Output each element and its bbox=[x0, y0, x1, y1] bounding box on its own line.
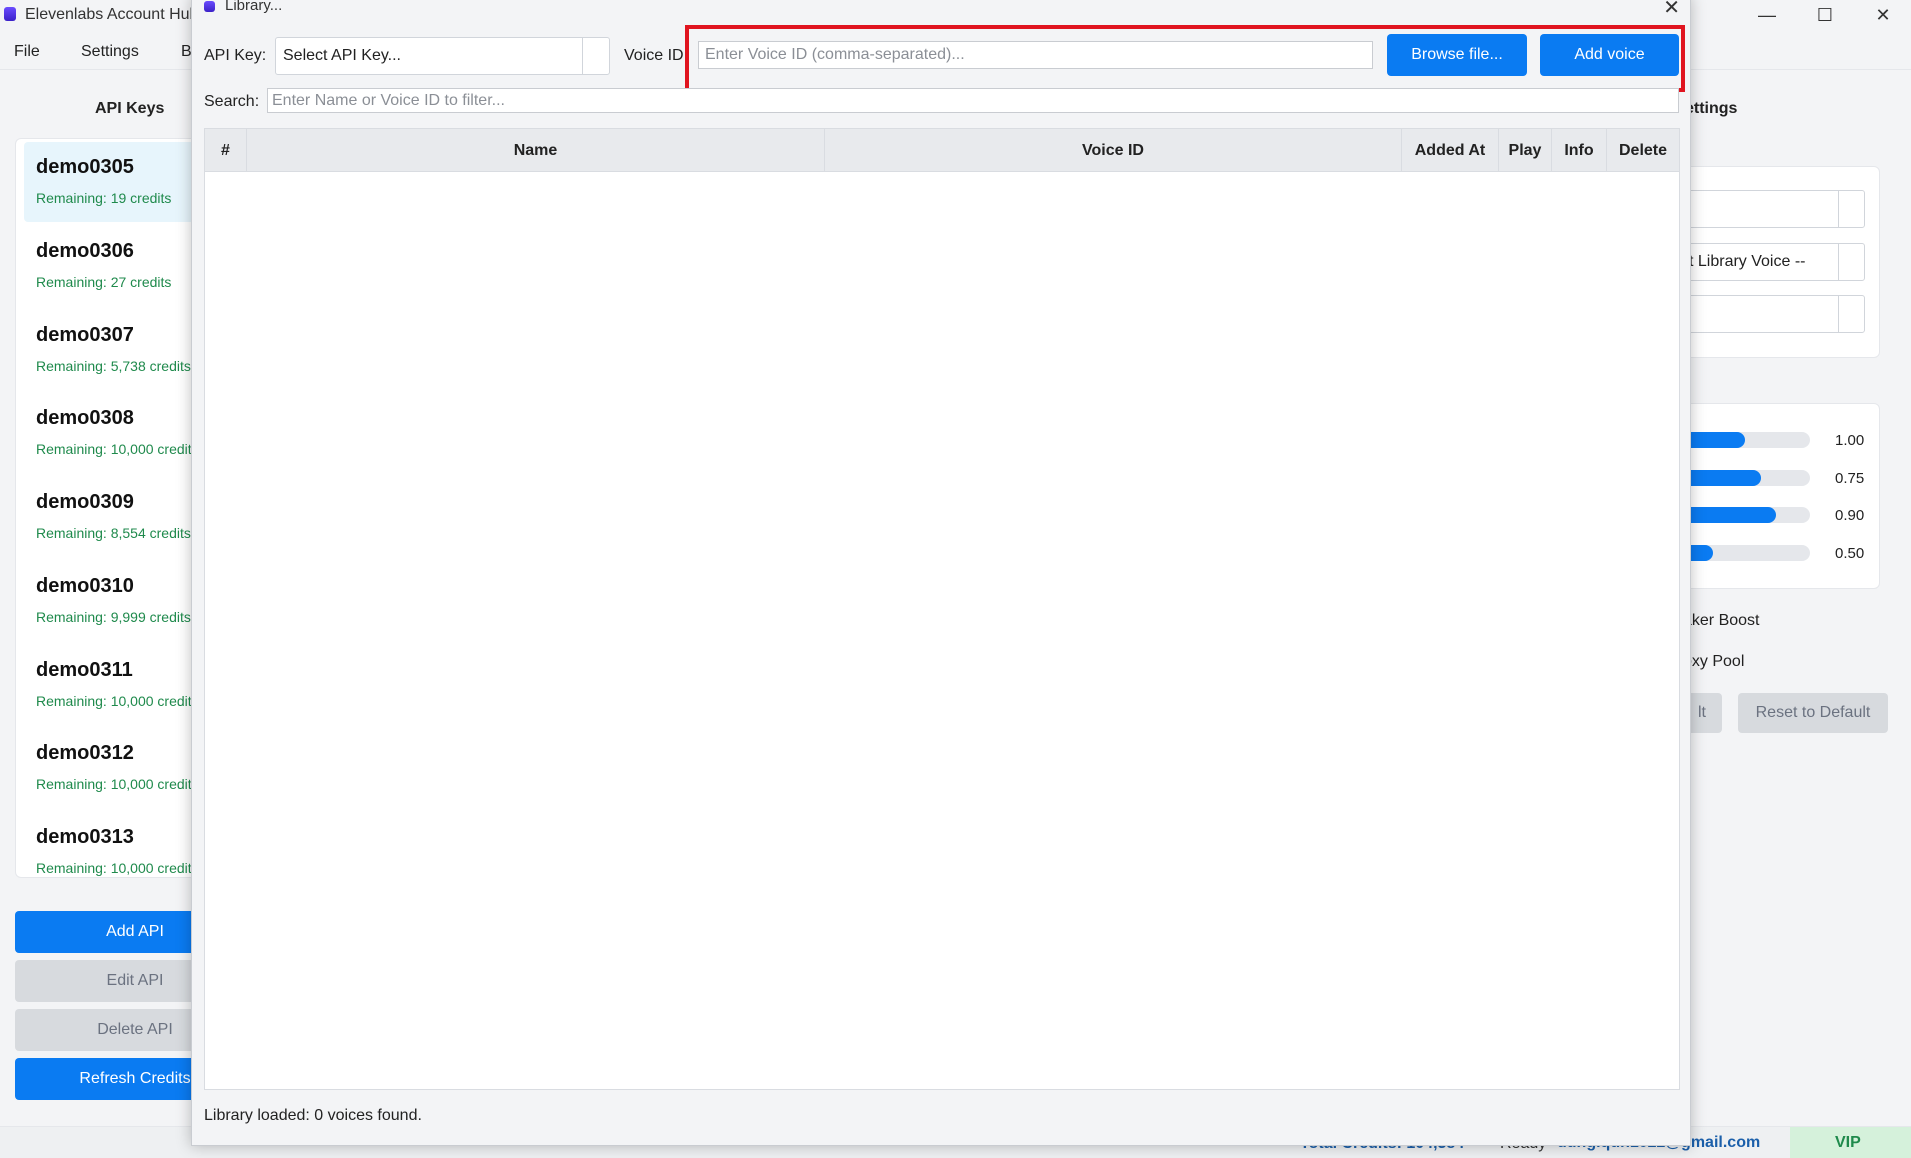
api-key-dropdown-arrow[interactable] bbox=[582, 38, 609, 74]
api-key-credits: Remaining: 19 credits bbox=[36, 190, 172, 206]
settings-heading: ettings bbox=[1685, 100, 1738, 117]
search-label: Search: bbox=[204, 93, 260, 110]
slider-3[interactable] bbox=[1680, 507, 1810, 523]
api-key-select[interactable]: Select API Key... bbox=[275, 37, 610, 75]
column-header-info[interactable]: Info bbox=[1552, 129, 1607, 172]
api-key-credits: Remaining: 27 credits bbox=[36, 274, 172, 290]
api-key-name: demo0306 bbox=[36, 240, 134, 262]
menu-file[interactable]: File bbox=[14, 43, 40, 61]
model-dropdown-arrow[interactable] bbox=[1838, 190, 1865, 228]
dialog-close-icon[interactable]: ✕ bbox=[1663, 0, 1680, 20]
library-voice-dropdown-arrow[interactable] bbox=[1838, 243, 1865, 281]
column-header-added-at[interactable]: Added At bbox=[1402, 129, 1499, 172]
column-header-name[interactable]: Name bbox=[247, 129, 825, 172]
slider-2-fill bbox=[1680, 470, 1761, 486]
proxy-pool-checkbox[interactable]: oxy Pool bbox=[1683, 653, 1744, 671]
vip-badge: VIP bbox=[1790, 1127, 1911, 1158]
minimize-icon[interactable]: — bbox=[1738, 0, 1796, 30]
column-header-play[interactable]: Play bbox=[1499, 129, 1552, 172]
app-icon bbox=[4, 7, 16, 21]
slider-2-value: 0.75 bbox=[1835, 470, 1865, 487]
voice-id-label: Voice ID bbox=[624, 47, 684, 64]
library-dialog: Library... ✕ API Key: Select API Key... … bbox=[191, 0, 1691, 1146]
search-input[interactable] bbox=[267, 88, 1679, 113]
highlight-box bbox=[685, 25, 1685, 92]
slider-4-value: 0.50 bbox=[1835, 545, 1865, 562]
slider-1-value: 1.00 bbox=[1835, 432, 1865, 449]
library-status-text: Library loaded: 0 voices found. bbox=[204, 1107, 422, 1124]
table-header: # Name Voice ID Added At Play Info Delet… bbox=[205, 129, 1679, 172]
slider-4[interactable] bbox=[1680, 545, 1810, 561]
dialog-app-icon bbox=[204, 1, 215, 12]
main-window-title: Elevenlabs Account Hub bbox=[25, 6, 199, 23]
menu-settings[interactable]: Settings bbox=[81, 43, 139, 61]
api-key-name: demo0313 bbox=[36, 826, 134, 848]
api-key-credits: Remaining: 5,738 credits bbox=[36, 358, 191, 374]
api-key-credits: Remaining: 10,000 credits bbox=[36, 776, 199, 792]
api-key-name: demo0309 bbox=[36, 491, 134, 513]
api-key-credits: Remaining: 9,999 credits bbox=[36, 609, 191, 625]
voice-dropdown-arrow[interactable] bbox=[1838, 295, 1865, 333]
column-header-index[interactable]: # bbox=[205, 129, 247, 172]
api-key-credits: Remaining: 10,000 credits bbox=[36, 860, 199, 876]
api-key-select-value: Select API Key... bbox=[283, 47, 401, 64]
speaker-boost-checkbox[interactable]: aker Boost bbox=[1683, 612, 1759, 630]
slider-1[interactable] bbox=[1680, 432, 1810, 448]
dialog-title-bar: Library... ✕ bbox=[192, 0, 1690, 23]
api-key-name: demo0307 bbox=[36, 324, 134, 346]
maximize-icon[interactable]: ☐ bbox=[1796, 0, 1854, 30]
api-key-name: demo0308 bbox=[36, 407, 134, 429]
api-key-credits: Remaining: 10,000 credits bbox=[36, 441, 199, 457]
column-header-delete[interactable]: Delete bbox=[1607, 129, 1679, 172]
api-keys-heading: API Keys bbox=[95, 100, 165, 117]
slider-2[interactable] bbox=[1680, 470, 1810, 486]
reset-default-button[interactable]: Reset to Default bbox=[1738, 693, 1888, 733]
dialog-title: Library... bbox=[225, 0, 283, 14]
api-key-name: demo0310 bbox=[36, 575, 134, 597]
column-header-voice-id[interactable]: Voice ID bbox=[825, 129, 1402, 172]
api-key-name: demo0305 bbox=[36, 156, 134, 178]
api-key-credits: Remaining: 8,554 credits bbox=[36, 525, 191, 541]
api-key-name: demo0312 bbox=[36, 742, 134, 764]
slider-3-fill bbox=[1680, 507, 1777, 523]
close-icon[interactable]: ✕ bbox=[1854, 0, 1911, 30]
slider-3-value: 0.90 bbox=[1835, 507, 1865, 524]
api-key-credits: Remaining: 10,000 credits bbox=[36, 693, 199, 709]
voice-table: # Name Voice ID Added At Play Info Delet… bbox=[204, 128, 1680, 1090]
api-key-label: API Key: bbox=[204, 47, 267, 64]
api-key-name: demo0311 bbox=[36, 659, 133, 681]
